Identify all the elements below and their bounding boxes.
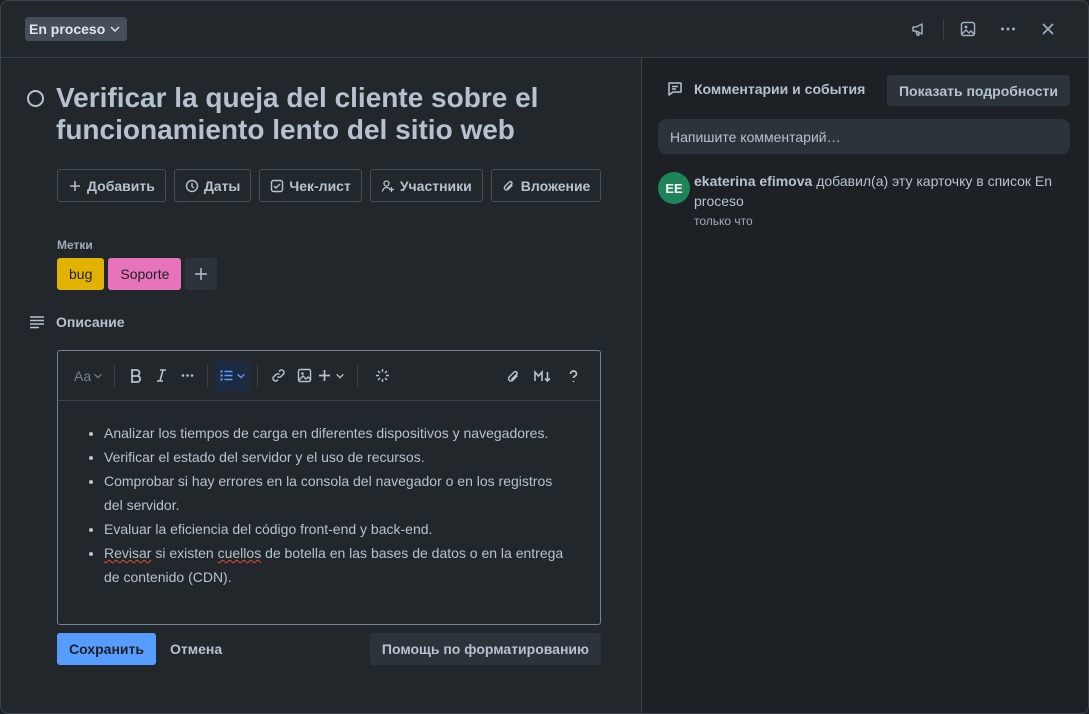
members-button[interactable]: Участники [369,169,483,202]
card-title[interactable]: Verificar la queja del cliente sobre el … [56,82,616,146]
toolbar-divider [357,364,359,387]
italic-button[interactable] [148,361,174,391]
event-text: ekaterina efimova добавил(а) эту карточк… [694,171,1064,211]
labels-list: bug Soporte [57,258,218,290]
more-icon [181,374,193,377]
paperclip-icon [507,370,518,382]
activity-title: Комментарии и события [694,81,866,97]
save-button[interactable]: Сохранить [57,633,156,665]
more-icon[interactable] [988,15,1028,43]
show-details-button[interactable]: Показать подробности [886,75,1070,106]
chevron-down-icon [237,373,245,379]
bullet-list-button[interactable] [215,360,251,391]
markdown-icon [534,369,551,382]
card-modal: En proceso Verificar la queja del client… [0,0,1089,714]
attach-file-button[interactable] [500,361,526,391]
text-style-dropdown[interactable]: Aa [70,361,107,391]
image-icon[interactable] [948,15,988,43]
members-button-label: Участники [399,177,472,194]
activity-panel: Комментарии и события Показать подробнос… [641,58,1088,713]
list-status-dropdown[interactable]: En proceso [25,17,128,41]
add-button[interactable]: Добавить [57,169,166,202]
label-soporte[interactable]: Soporte [108,258,182,290]
bullet-list-icon [220,370,233,381]
insert-button[interactable] [317,361,345,391]
list-item: Revisar si existen cuellos de botella en… [104,541,572,589]
toolbar-divider [257,364,259,387]
list-item: Comprobar si hay errores en la consola d… [104,469,572,517]
card-main: Verificar la queja del cliente sobre el … [1,58,641,713]
avatar[interactable]: EE [658,172,690,204]
clock-icon [185,179,199,192]
add-button-label: Добавить [87,177,155,194]
editor-content[interactable]: Analizar los tiempos de carga en diferen… [58,401,600,589]
ai-button[interactable] [369,361,395,391]
image-button[interactable] [291,361,317,391]
plus-icon [319,370,331,381]
formatting-help-button[interactable]: Помощь по форматированию [369,633,601,665]
editor-actions: Сохранить Отмена Помощь по форматировани… [57,633,601,665]
comment-input[interactable]: Напишите комментарий… [658,119,1070,154]
dates-button-label: Даты [203,177,241,194]
link-button[interactable] [265,361,291,391]
editor-toolbar: Aa [58,351,600,401]
add-label-button[interactable] [185,258,218,290]
bold-button[interactable] [122,361,148,391]
bold-icon [130,369,141,383]
labels-heading: Метки [57,238,93,252]
attachment-button[interactable]: Вложение [490,169,602,202]
checklist-button-label: Чек-лист [289,177,351,194]
dates-button[interactable]: Даты [173,169,252,202]
chevron-down-icon [94,373,102,378]
modal-header: En proceso [1,1,1088,58]
paperclip-icon [503,180,513,191]
status-label: En proceso [29,21,106,37]
description-editor[interactable]: Aa • Analizar los tiempos de carga en di… [57,350,601,625]
description-bullet-list: Analizar los tiempos de carga en diferen… [102,421,572,589]
complete-toggle[interactable] [27,90,44,107]
checklist-button[interactable]: Чек-лист [259,169,362,202]
markdown-button[interactable] [530,361,556,391]
chevron-down-icon [110,26,120,32]
plus-icon [70,180,80,191]
sparkle-icon [375,369,389,382]
header-divider [943,19,944,39]
toolbar-right [500,361,586,391]
close-icon[interactable] [1028,15,1068,43]
list-item: Verificar el estado del servidor y el us… [104,445,572,469]
link-icon [271,369,285,382]
list-item: Analizar los tiempos de carga en diferen… [104,421,572,445]
description-icon [30,316,44,329]
plus-icon [195,268,208,280]
comment-icon [668,82,682,96]
image-icon [297,368,312,383]
description-heading: Описание [56,314,125,330]
chevron-down-icon [336,373,344,379]
list-item: Evaluar la eficiencia del código front-e… [104,517,572,541]
more-formatting-button[interactable] [174,361,200,391]
italic-icon [156,369,166,382]
label-bug[interactable]: bug [57,258,105,290]
toolbar-divider [207,364,209,387]
help-icon[interactable] [560,361,586,391]
toolbar-divider [114,364,116,387]
header-actions [899,15,1068,43]
cancel-button[interactable]: Отмена [159,633,233,665]
card-actions: Добавить Даты Чек-лист Участники Вложени… [57,169,602,202]
attachment-button-label: Вложение [520,177,591,194]
activity-heading: Комментарии и события [666,80,865,98]
text-style-label: Aa [74,367,92,384]
megaphone-icon[interactable] [899,15,939,43]
checklist-icon [271,179,284,192]
event-timestamp[interactable]: только что [694,214,753,228]
event-user[interactable]: ekaterina efimova [694,173,812,189]
members-icon [381,179,394,192]
